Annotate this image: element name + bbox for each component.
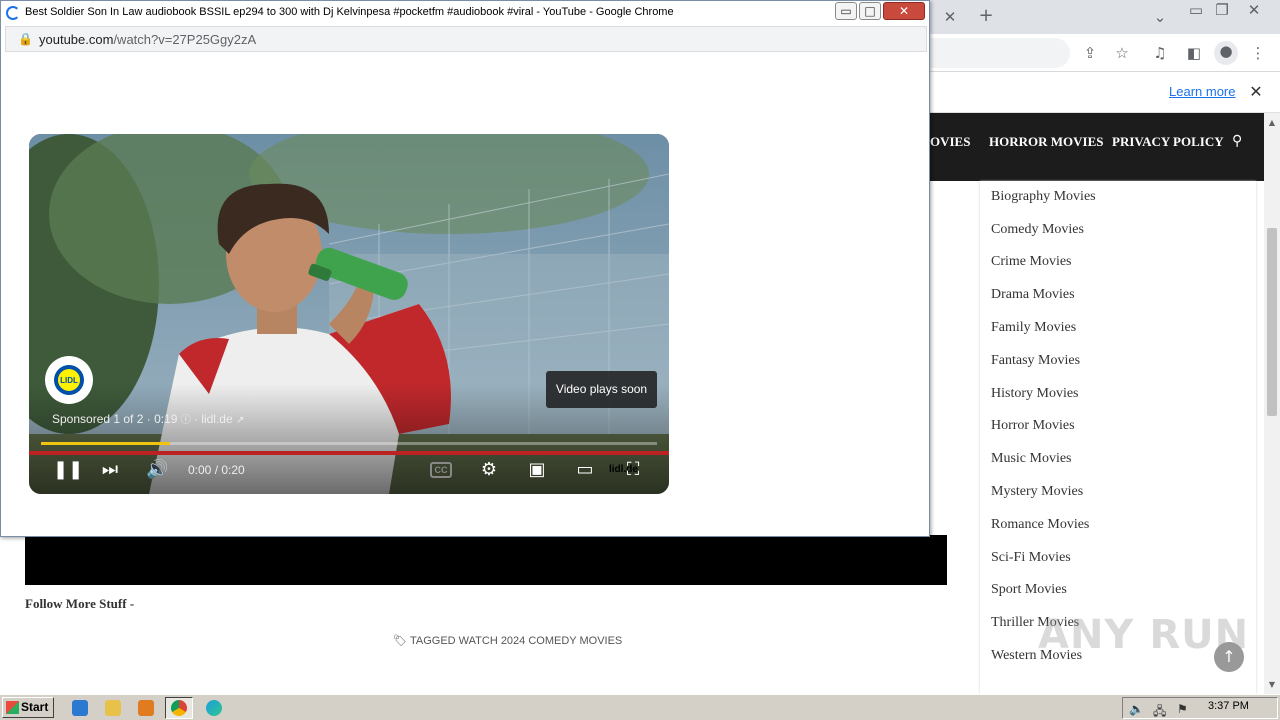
pause-icon[interactable]: ❚❚ [53,460,83,480]
minimize-icon[interactable]: ▭ [1186,0,1206,20]
scroll-down-arrow-icon[interactable]: ▼ [1266,675,1278,695]
ad-domain-link[interactable]: lidl.de [201,412,232,426]
video-progress-bar[interactable] [29,451,669,455]
action-center-flag-icon[interactable]: ⚑ [1177,702,1188,716]
volume-icon[interactable]: 🔊 [146,460,168,480]
sidebar-item-family[interactable]: Family Movies [991,320,1076,336]
next-icon[interactable]: ⏭ [99,460,121,480]
window-close-icon[interactable]: ✕ [1244,0,1264,20]
svg-text:LIDL: LIDL [60,376,78,385]
tab-strip: ✕ + ⌄ ▭ ❐ ✕ [930,0,1280,34]
video-player[interactable]: LIDL Video plays soon Sponsored 1 of 2 ·… [29,134,669,494]
captions-icon[interactable]: CC [430,462,452,478]
new-tab-icon[interactable]: + [976,6,996,26]
ad-progress-fill [41,442,171,445]
fullscreen-icon[interactable]: ⛶ [621,460,645,480]
settings-gear-icon[interactable]: ⚙ [477,460,501,480]
sidebar-item-sci-fi[interactable]: Sci-Fi Movies [991,550,1071,566]
embedded-video-area[interactable] [25,535,947,585]
tag-line: 🏷 TAGGED WATCH 2024 COMEDY MOVIES [393,634,622,647]
lidl-logo-icon: LIDL [54,365,84,395]
sidebar-item-romance[interactable]: Romance Movies [991,517,1089,533]
network-icon[interactable]: 🖧 [1153,702,1166,720]
start-button[interactable]: Start [2,697,54,718]
sidebar-item-comedy[interactable]: Comedy Movies [991,222,1084,238]
popup-titlebar: Best Soldier Son In Law audiobook BSSIL … [1,1,929,25]
sidebar-item-history[interactable]: History Movies [991,386,1079,402]
maximize-button[interactable]: □ [859,2,881,20]
close-button[interactable]: ✕ [883,2,925,20]
edge-icon[interactable] [206,700,222,716]
sidebar-item-sport[interactable]: Sport Movies [991,582,1067,598]
media-control-icon[interactable]: ♫ [1150,43,1170,63]
share-icon[interactable]: ⇪ [1080,43,1100,63]
restore-icon[interactable]: ❐ [1212,0,1232,20]
info-icon[interactable]: ⓘ [181,415,194,426]
theater-mode-icon[interactable]: ▭ [571,460,599,480]
speaker-icon[interactable]: 🔈 [1129,702,1144,716]
internet-explorer-icon[interactable] [72,700,88,716]
sidebar-item-drama[interactable]: Drama Movies [991,287,1075,303]
nav-item-horror-movies[interactable]: HORROR MOVIES [989,134,1103,150]
sidebar-item-biography[interactable]: Biography Movies [991,189,1096,205]
side-panel-icon[interactable]: ◧ [1184,43,1204,63]
nav-item-privacy-policy[interactable]: PRIVACY POLICY [1112,134,1224,150]
ad-progress-track[interactable] [41,442,657,445]
sidebar-item-crime[interactable]: Crime Movies [991,254,1072,270]
external-link-icon[interactable]: ↗ [236,415,244,426]
advertiser-logo[interactable]: LIDL [45,356,93,404]
nav-item-movies[interactable]: OVIES [930,134,970,150]
sidebar-item-horror[interactable]: Horror Movies [991,418,1075,434]
youtube-popup-window: Best Soldier Son In Law audiobook BSSIL … [0,0,930,537]
chrome-icon [171,700,187,716]
omnibox[interactable] [930,38,1070,68]
popup-address-bar[interactable]: 🔒 youtube.com/watch?v=27P25Ggy2zA [5,26,927,52]
bookmark-star-icon[interactable]: ☆ [1112,43,1132,63]
windows-logo-icon [6,701,19,714]
infobar-close-icon[interactable]: ✕ [1246,82,1266,102]
sidebar-item-fantasy[interactable]: Fantasy Movies [991,353,1080,369]
tab-search-icon[interactable]: ⌄ [1150,7,1170,27]
menu-kebab-icon[interactable]: ⋮ [1248,43,1268,63]
sidebar-item-music[interactable]: Music Movies [991,451,1072,467]
sidebar-item-mystery[interactable]: Mystery Movies [991,484,1083,500]
sponsored-text: Sponsored 1 of 2 · 0:19 [52,412,178,426]
scroll-to-top-button[interactable]: ↑ [1214,642,1244,672]
page-scroll-thumb[interactable] [1267,228,1277,416]
tag-icon: 🏷 [393,634,407,647]
url-text: youtube.com/watch?v=27P25Ggy2zA [39,32,256,47]
system-tray: 🔈 🖧 ⚑ [1122,697,1278,719]
scroll-up-arrow-icon[interactable]: ▲ [1266,113,1278,133]
tag-text[interactable]: TAGGED WATCH 2024 COMEDY MOVIES [410,635,622,647]
url-path: /watch?v=27P25Ggy2zA [113,32,257,47]
search-icon[interactable]: ⚲ [1232,133,1242,149]
file-explorer-icon[interactable] [105,700,121,716]
follow-heading: Follow More Stuff - [25,596,135,611]
close-tab-icon[interactable]: ✕ [940,7,960,27]
video-plays-soon-badge[interactable]: Video plays soon [546,371,657,408]
media-player-icon[interactable] [138,700,154,716]
sponsored-label: Sponsored 1 of 2 · 0:19 ⓘ · lidl.de ↗ [52,412,245,426]
chrome-task-button[interactable] [165,697,193,719]
lock-icon: 🔒 [18,32,33,46]
taskbar-clock[interactable]: 3:37 PM [1208,700,1249,712]
minimize-button[interactable]: ▭ [835,2,857,20]
miniplayer-icon[interactable]: ▣ [524,460,550,480]
learn-more-link[interactable]: Learn more [1169,84,1235,99]
profile-avatar-icon[interactable]: ● [1214,41,1238,65]
loading-spinner-icon [6,6,20,20]
url-host: youtube.com [39,32,114,47]
windows-taskbar: Start 🔈 🖧 ⚑ [0,694,1280,720]
start-label: Start [21,700,49,714]
time-display: 0:00 / 0:20 [188,463,245,477]
window-title: Best Soldier Son In Law audiobook BSSIL … [25,6,674,18]
